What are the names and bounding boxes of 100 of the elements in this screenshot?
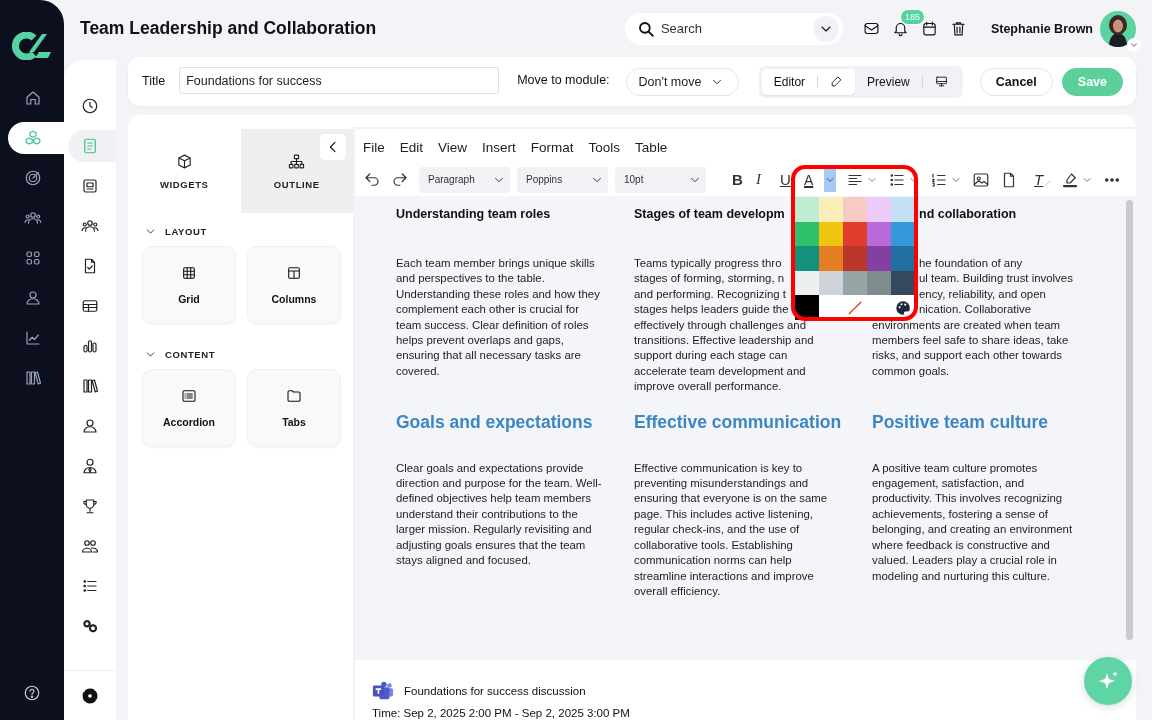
text-color-button[interactable]: A: [804, 171, 818, 188]
format-dropdown[interactable]: Poppins: [517, 166, 608, 193]
help-icon[interactable]: [23, 684, 41, 702]
color-swatch[interactable]: [795, 221, 819, 247]
color-swatch[interactable]: [795, 270, 819, 296]
scrollbar[interactable]: [1126, 200, 1133, 640]
list-icon: [81, 577, 99, 595]
section-heading: Stages of team developm: [634, 206, 785, 222]
color-swatch[interactable]: [819, 221, 843, 247]
widget-card[interactable]: Columns: [247, 246, 341, 324]
menu-item[interactable]: Table: [635, 140, 668, 163]
search-field[interactable]: Search: [624, 12, 843, 45]
monitor-icon: [934, 75, 948, 88]
color-swatch[interactable]: [891, 197, 915, 222]
color-swatch[interactable]: [867, 221, 891, 247]
logo-icon[interactable]: [12, 32, 52, 60]
widget-card[interactable]: Grid: [142, 246, 236, 324]
text-line: accelerate team development and: [634, 363, 806, 379]
color-swatch[interactable]: [891, 246, 915, 271]
text-line: support during each stage can: [634, 348, 788, 364]
widget-card[interactable]: Accordion: [142, 369, 236, 447]
title-label: Title: [142, 74, 166, 88]
books-icon: [24, 369, 42, 387]
title-field[interactable]: Foundations for success: [179, 67, 500, 94]
paragraph: Clear goals and expectations provide direction and purpose for the team. Well-defined objectives help team members understand their contributions to the larger mission. Regularly revisiting and adjusting goals ensures that the team stays aligned and focused.: [396, 460, 603, 569]
person-badge-icon: [81, 457, 99, 475]
section-header[interactable]: LAYOUT: [128, 213, 353, 246]
color-swatch[interactable]: [867, 197, 891, 222]
menu-item[interactable]: Format: [530, 140, 574, 163]
widget-card[interactable]: Tabs: [247, 369, 341, 447]
color-swatch[interactable]: [867, 270, 891, 296]
collapse-button[interactable]: [320, 134, 346, 160]
target-icon: [24, 169, 42, 187]
color-swatch[interactable]: [843, 197, 867, 222]
section-header[interactable]: CONTENT: [128, 336, 353, 369]
image-icon[interactable]: [972, 170, 990, 189]
text-line: transitions. Effective leadership and: [634, 333, 814, 349]
search-icon: [636, 19, 655, 38]
gears-icon: [81, 617, 99, 635]
color-swatch[interactable]: [819, 270, 843, 296]
text-line: effectively through challenges and: [634, 317, 807, 333]
user-name: Stephanie Brown: [990, 21, 1093, 36]
menu-item[interactable]: Edit: [399, 140, 424, 163]
menu-item[interactable]: File: [363, 140, 385, 163]
person-icon: [24, 289, 42, 307]
trash-icon[interactable]: [949, 20, 967, 37]
mail-icon[interactable]: [862, 20, 880, 37]
text-line: risks, and support each other towards: [872, 348, 1062, 364]
calendar-icon[interactable]: [920, 20, 938, 37]
text-line: Teams typically progress thro: [634, 256, 782, 271]
color-swatch[interactable]: [843, 246, 867, 271]
highlighter-icon[interactable]: [1061, 170, 1080, 189]
panel-tab[interactable]: WIDGETS: [128, 129, 241, 213]
panel-tab[interactable]: OUTLINE: [240, 129, 353, 213]
text-line: ency, reliability, and open: [919, 286, 1046, 302]
mode-tab[interactable]: Editor: [761, 68, 856, 95]
text-line: improve overall performance.: [634, 379, 782, 395]
line-chart-icon: [24, 329, 42, 347]
format-dropdown[interactable]: Paragraph: [419, 166, 510, 193]
palette-icon[interactable]: [894, 298, 912, 317]
text-line: members feel safe to share ideas, take: [872, 333, 1069, 349]
menu-item[interactable]: View: [438, 140, 468, 163]
text-line: common goals.: [872, 363, 950, 379]
underline-button[interactable]: U: [780, 171, 794, 188]
undo-icon[interactable]: [363, 170, 381, 189]
format-dropdown[interactable]: 10pt: [615, 166, 706, 193]
color-swatch[interactable]: [843, 270, 867, 296]
color-swatch[interactable]: [819, 197, 843, 222]
notification-badge: 185: [899, 9, 925, 25]
newspaper-icon: [81, 177, 99, 195]
clear-format-button[interactable]: T: [1034, 171, 1052, 188]
text-line: environments are created when team: [872, 317, 1061, 333]
cubes-icon: [24, 129, 42, 147]
color-swatch[interactable]: [891, 221, 915, 247]
color-swatch[interactable]: [795, 197, 819, 222]
avatar[interactable]: [1100, 10, 1136, 47]
color-swatch[interactable]: [891, 270, 915, 296]
section-heading: Effective communication: [634, 410, 843, 434]
people-icon: [24, 209, 42, 227]
bold-button[interactable]: B: [732, 171, 746, 188]
color-swatch[interactable]: [867, 246, 891, 271]
color-swatch[interactable]: [843, 221, 867, 247]
paragraph: A positive team culture promotes engagement, satisfaction, and productivity. This involves recognizing achievements, fostering a sense of belonging, and creating an environment where feedback is constructive and valued. Leaders play a crucial role in modeling and nurturing this culture.: [872, 460, 1074, 584]
menu-item[interactable]: Insert: [482, 140, 516, 163]
page-title: Team Leadership and Collaboration: [80, 18, 377, 39]
color-swatch[interactable]: [795, 246, 819, 271]
nav-item[interactable]: [8, 122, 64, 154]
mode-tab[interactable]: Preview: [855, 68, 960, 95]
grid-table-icon: [181, 265, 197, 281]
italic-button[interactable]: I: [756, 171, 770, 188]
cancel-button[interactable]: Cancel: [979, 67, 1053, 96]
redo-icon[interactable]: [391, 170, 409, 189]
bell-icon[interactable]: [891, 20, 909, 37]
text-line: nication. Collaborative: [919, 302, 1032, 318]
people-icon: [81, 217, 99, 235]
sitemap-icon: [288, 152, 306, 170]
menu-item[interactable]: Tools: [588, 140, 621, 163]
columns-icon: [286, 265, 302, 281]
color-swatch[interactable]: [795, 295, 819, 320]
color-swatch[interactable]: [819, 246, 843, 271]
